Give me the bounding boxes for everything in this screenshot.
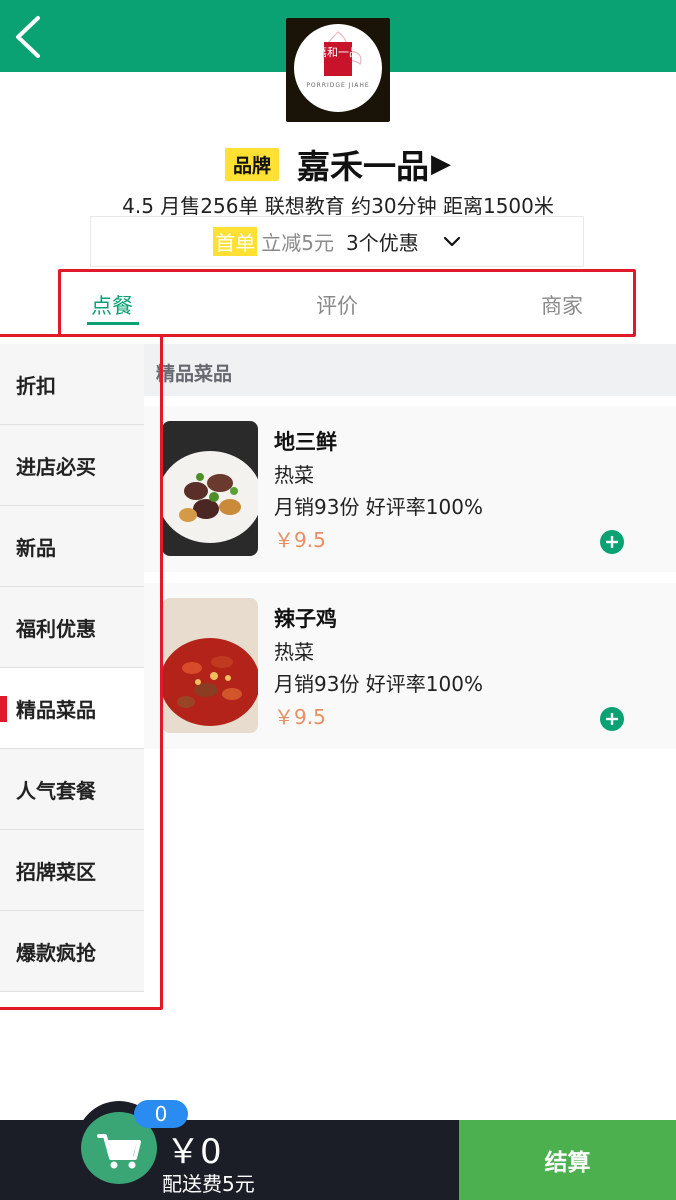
shop-name[interactable]: 嘉禾一品 (297, 140, 429, 188)
sidebar-item-label: 新品 (16, 535, 56, 560)
sidebar-item-label: 进店必买 (16, 454, 96, 479)
dish-name: 辣子鸡 (274, 607, 337, 631)
tab-bar: 点餐 评价 商家 (58, 269, 636, 337)
shop-title-row: 品牌 嘉禾一品 ▶ (0, 142, 676, 186)
checkout-button[interactable]: 结算 (459, 1120, 676, 1200)
sidebar-active-indicator (0, 696, 7, 722)
dish-item[interactable]: 地三鲜 热菜 月销93份 好评率100% ￥9.5 (144, 406, 676, 572)
sidebar-item-label: 人气套餐 (16, 778, 96, 803)
promo-box[interactable]: 首单 立减5元 3个优惠 (90, 216, 584, 267)
section-header: 精品菜品 (144, 344, 676, 396)
tab-active-indicator (87, 322, 139, 325)
sidebar-item-label: 招牌菜区 (16, 859, 96, 884)
dish-item[interactable]: 辣子鸡 热菜 月销93份 好评率100% ￥9.5 (144, 583, 676, 749)
sidebar-item-label: 精品菜品 (16, 697, 96, 722)
sidebar-item-discount[interactable]: 折扣 (0, 344, 144, 425)
shop-meta: 4.5 月售256单 联想教育 约30分钟 距离1500米 (122, 194, 554, 218)
section-title: 精品菜品 (156, 363, 233, 385)
logo-subtext: PORRIDGE JIAHE (306, 82, 370, 89)
back-button[interactable] (12, 14, 52, 60)
sidebar-item-label: 福利优惠 (16, 616, 96, 641)
category-sidebar: 折扣 进店必买 新品 福利优惠 精品菜品 人气套餐 招牌菜区 爆款疯抢 (0, 344, 144, 992)
dish-price: ￥9.5 (274, 705, 326, 729)
tab-merchant[interactable]: 商家 (541, 290, 583, 320)
logo-mark-top: 嘉和一品 (324, 45, 352, 59)
dish-category: 热菜 (274, 463, 314, 487)
sidebar-item-premium[interactable]: 精品菜品 (0, 668, 144, 749)
promo-first-order-badge: 首单 (213, 227, 258, 256)
logo-mark: 嘉和一品 (324, 42, 352, 76)
promo-discount: 立减5元 (261, 231, 334, 255)
delivery-fee: 配送费5元 (162, 1172, 255, 1196)
sidebar-item-benefits[interactable]: 福利优惠 (0, 587, 144, 668)
plus-icon (606, 536, 618, 548)
plus-icon (606, 713, 618, 725)
dish-category: 热菜 (274, 640, 314, 664)
dish-image (162, 598, 258, 733)
shop-arrow-icon[interactable]: ▶ (431, 149, 451, 179)
dish-stats: 月销93份 好评率100% (274, 672, 483, 696)
dish-name: 地三鲜 (274, 430, 337, 454)
chevron-left-icon (16, 16, 40, 58)
sidebar-item-popular-set[interactable]: 人气套餐 (0, 749, 144, 830)
tab-order[interactable]: 点餐 (91, 290, 133, 320)
sidebar-item-new[interactable]: 新品 (0, 506, 144, 587)
sidebar-item-must-buy[interactable]: 进店必买 (0, 425, 144, 506)
cart-total: ￥0 (166, 1132, 222, 1172)
sidebar-item-label: 折扣 (16, 373, 56, 398)
chevron-down-icon[interactable] (443, 236, 461, 248)
brand-badge: 品牌 (224, 147, 279, 181)
sidebar-item-hot-sale[interactable]: 爆款疯抢 (0, 911, 144, 992)
dish-price: ￥9.5 (274, 528, 326, 552)
dish-image (162, 421, 258, 556)
add-to-cart-button[interactable] (600, 707, 624, 731)
sidebar-item-label: 爆款疯抢 (16, 940, 96, 965)
add-to-cart-button[interactable] (600, 530, 624, 554)
tab-reviews[interactable]: 评价 (316, 290, 358, 320)
shop-logo: 嘉和一品 PORRIDGE JIAHE (286, 18, 390, 122)
promo-count: 3个优惠 (346, 231, 419, 255)
dish-stats: 月销93份 好评率100% (274, 495, 483, 519)
sidebar-item-signature[interactable]: 招牌菜区 (0, 830, 144, 911)
